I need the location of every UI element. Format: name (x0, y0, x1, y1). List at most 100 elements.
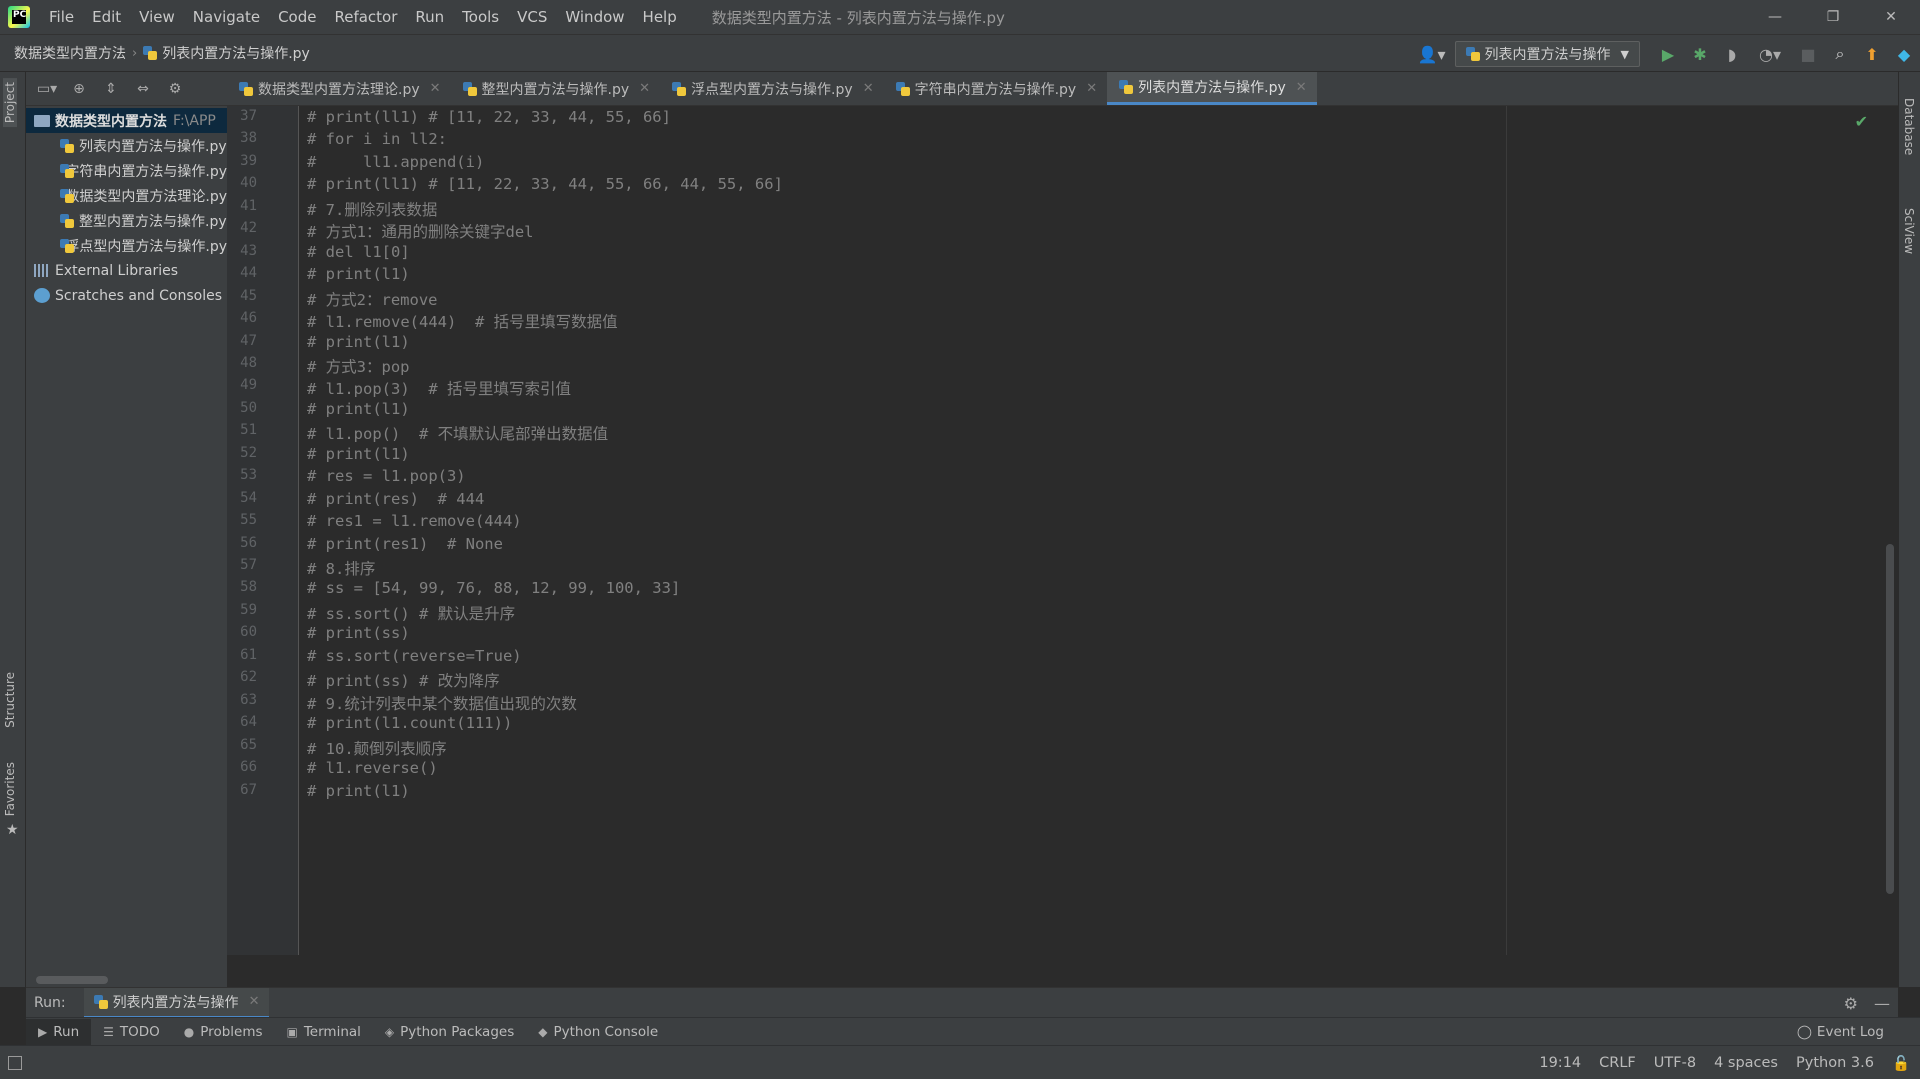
code-line[interactable]: # l1.remove(444) # 括号里填写数据值 (307, 310, 618, 332)
editor-tab[interactable]: 数据类型内置方法理论.py ✕ (227, 72, 451, 105)
tree-root[interactable]: 数据类型内置方法 F:\APP (26, 108, 227, 133)
code-line[interactable]: # print(l1) (307, 400, 410, 418)
code-line[interactable]: # 方式2：remove (307, 288, 438, 310)
search-icon[interactable]: ⌕ (1824, 38, 1856, 70)
tool-python-packages-button[interactable]: ◈ Python Packages (373, 1019, 526, 1045)
view-select-icon[interactable]: ▭▾ (36, 81, 58, 97)
lock-icon[interactable]: 🔓 (1892, 1055, 1910, 1072)
gear-icon[interactable]: ⚙ (1844, 994, 1858, 1013)
user-icon[interactable]: 👤▾ (1409, 38, 1455, 70)
database-tool-tab[interactable]: Database (1902, 98, 1916, 155)
code-line[interactable]: # print(res1) # None (307, 535, 503, 553)
menu-navigate[interactable]: Navigate (184, 8, 269, 26)
close-icon[interactable]: ✕ (430, 81, 441, 96)
python-interpreter[interactable]: Python 3.6 (1796, 1055, 1874, 1071)
inspection-ok-icon[interactable]: ✔ (1855, 112, 1868, 131)
tool-python-console-button[interactable]: ◆ Python Console (526, 1019, 670, 1045)
expand-all-icon[interactable]: ⇕ (100, 81, 122, 97)
favorites-tool-tab[interactable]: Favorites (3, 762, 17, 816)
code-line[interactable]: # print(ll1) # [11, 22, 33, 44, 55, 66, … (307, 175, 783, 193)
tree-file[interactable]: 数据类型内置方法理论.py (26, 183, 227, 208)
code-line[interactable]: # ll1.append(i) (307, 153, 484, 171)
locate-file-icon[interactable]: ⊕ (68, 81, 90, 97)
code-line[interactable]: # res = l1.pop(3) (307, 467, 466, 485)
debug-icon[interactable]: ✱ (1684, 38, 1716, 70)
close-icon[interactable]: ✕ (639, 81, 650, 96)
file-encoding[interactable]: UTF-8 (1654, 1055, 1696, 1071)
close-icon[interactable]: ✕ (863, 81, 874, 96)
code-line[interactable]: # print(l1) (307, 445, 410, 463)
code-line[interactable]: # print(ss) # 改为降序 (307, 669, 500, 691)
close-icon[interactable]: ✕ (1296, 80, 1307, 95)
run-tab[interactable]: 列表内置方法与操作 ✕ (83, 987, 270, 1018)
run-configuration-select[interactable]: 列表内置方法与操作 ▼ (1454, 41, 1640, 67)
tree-file[interactable]: 浮点型内置方法与操作.py (26, 233, 227, 258)
code-line[interactable]: # 8.排序 (307, 557, 375, 579)
menu-view[interactable]: View (130, 8, 184, 26)
code-line[interactable]: # 方式3：pop (307, 355, 410, 377)
stop-icon[interactable]: ■ (1792, 38, 1824, 70)
code-line[interactable]: # l1.pop(3) # 括号里填写索引值 (307, 377, 571, 399)
code-line[interactable]: # ss = [54, 99, 76, 88, 12, 99, 100, 33] (307, 579, 680, 597)
editor-tab[interactable]: 浮点型内置方法与操作.py ✕ (660, 72, 884, 105)
menu-help[interactable]: Help (634, 8, 686, 26)
vertical-scrollbar[interactable] (1886, 544, 1894, 894)
run-icon[interactable]: ▶ (1652, 38, 1684, 70)
breadcrumb-file[interactable]: 列表内置方法与操作.py (162, 43, 310, 63)
menu-vcs[interactable]: VCS (508, 8, 556, 26)
tool-todo-button[interactable]: ☰ TODO (91, 1019, 172, 1045)
code-line[interactable]: # ss.sort() # 默认是升序 (307, 602, 515, 624)
tree-file[interactable]: 列表内置方法与操作.py (26, 133, 227, 158)
code-line[interactable]: # print(l1) (307, 265, 410, 283)
update-icon[interactable]: ⬆ (1856, 38, 1888, 70)
profile-icon[interactable]: ◔▾ (1748, 38, 1792, 70)
code-line[interactable]: # print(l1.count(111)) (307, 714, 512, 732)
breadcrumb-project[interactable]: 数据类型内置方法 (14, 43, 126, 63)
close-icon[interactable]: ✕ (249, 994, 260, 1009)
sciview-tool-tab[interactable]: SciView (1902, 208, 1916, 254)
close-icon[interactable]: ✕ (1086, 81, 1097, 96)
code-line[interactable]: # del l1[0] (307, 243, 410, 261)
structure-tool-tab[interactable]: Structure (3, 672, 17, 728)
code-line[interactable]: # print(l1) (307, 333, 410, 351)
code-line[interactable]: # 方式1：通用的删除关键字del (307, 220, 534, 242)
gear-icon[interactable]: ⚙ (164, 81, 186, 97)
tree-external-libraries[interactable]: External Libraries (26, 258, 227, 283)
menu-window[interactable]: Window (556, 8, 633, 26)
code-editor[interactable]: 37 38 39 40 41 42 43 44 45 46 47 48 49 50 51 52 53 54 55 56… (227, 106, 1898, 955)
editor-tab[interactable]: 整型内置方法与操作.py ✕ (451, 72, 661, 105)
horizontal-scrollbar[interactable] (36, 976, 108, 984)
code-line[interactable]: # 9.统计列表中某个数据值出现的次数 (307, 692, 577, 714)
code-line[interactable]: # print(l1) (307, 782, 410, 800)
code-line[interactable]: # print(ss) (307, 624, 410, 642)
editor-tab[interactable]: 字符串内置方法与操作.py ✕ (884, 72, 1108, 105)
restore-icon[interactable]: ❐ (1804, 0, 1862, 34)
menu-tools[interactable]: Tools (453, 8, 508, 26)
minimize-icon[interactable]: — (1746, 0, 1804, 34)
event-log-button[interactable]: ◯ Event Log (1797, 1018, 1884, 1046)
jetbrains-toolbox-icon[interactable]: ◆ (1888, 38, 1920, 70)
close-icon[interactable]: ✕ (1862, 0, 1920, 34)
menu-run[interactable]: Run (406, 8, 453, 26)
code-line[interactable]: # res1 = l1.remove(444) (307, 512, 522, 530)
tool-run-button[interactable]: ▶ Run (26, 1018, 92, 1045)
caret-position[interactable]: 19:14 (1539, 1055, 1581, 1071)
code-line[interactable]: # 7.删除列表数据 (307, 198, 437, 220)
tool-terminal-button[interactable]: ▣ Terminal (275, 1019, 373, 1045)
tree-file[interactable]: 整型内置方法与操作.py (26, 208, 227, 233)
line-separator[interactable]: CRLF (1599, 1055, 1636, 1071)
code-line[interactable]: # 10.颠倒列表顺序 (307, 737, 447, 759)
editor-tab-active[interactable]: 列表内置方法与操作.py ✕ (1107, 72, 1317, 105)
code-line[interactable]: # l1.pop() # 不填默认尾部弹出数据值 (307, 422, 608, 444)
collapse-all-icon[interactable]: ⇔ (132, 81, 154, 97)
tree-file[interactable]: 字符串内置方法与操作.py (26, 158, 227, 183)
hide-panel-icon[interactable]: — (1874, 994, 1890, 1013)
menu-edit[interactable]: Edit (83, 8, 130, 26)
coverage-icon[interactable]: ◗ (1716, 38, 1748, 70)
code-line[interactable]: # l1.reverse() (307, 759, 438, 777)
code-line[interactable]: # print(ll1) # [11, 22, 33, 44, 55, 66] (307, 108, 671, 126)
code-line[interactable]: # print(res) # 444 (307, 490, 484, 508)
menu-refactor[interactable]: Refactor (325, 8, 406, 26)
menu-code[interactable]: Code (269, 8, 325, 26)
tree-scratches[interactable]: Scratches and Consoles (26, 283, 227, 308)
